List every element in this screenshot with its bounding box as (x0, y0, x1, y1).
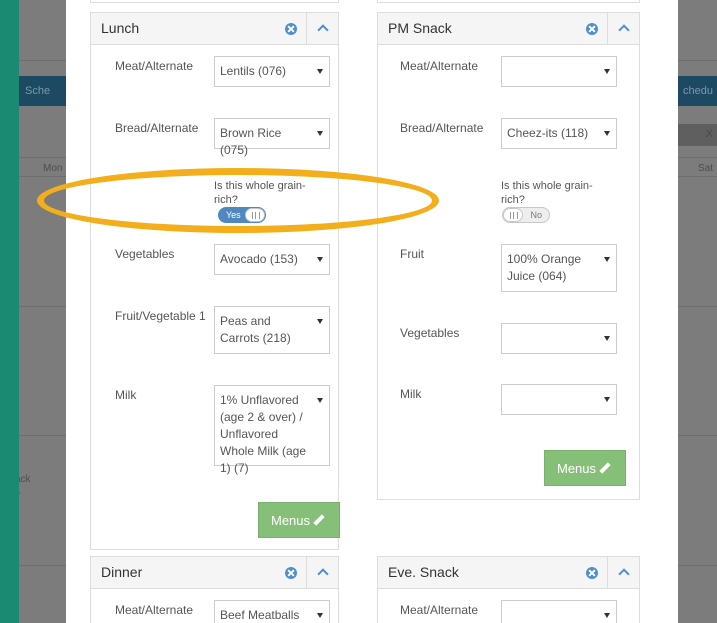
pencil-icon (599, 462, 611, 474)
bread-alternate-value: Brown Rice (075) (220, 126, 282, 157)
pm-snack-panel: PM Snack Meat/Alternate Bread/Alternate … (377, 12, 640, 500)
milk-label: Milk (400, 387, 422, 401)
bg-tab-label: chedu (683, 85, 713, 97)
bg-col-mon: Mon (43, 163, 63, 174)
meat-alternate-label: Meat/Alternate (115, 603, 194, 617)
caret-down-icon (604, 397, 610, 402)
meat-alternate-select[interactable] (501, 56, 617, 87)
lunch-panel-header: Lunch (91, 13, 338, 45)
close-circle-icon[interactable] (285, 567, 297, 579)
eve-snack-panel: Eve. Snack Meat/Alternate (377, 556, 640, 623)
caret-down-icon (317, 398, 323, 403)
menus-button-label: Menus (271, 513, 311, 528)
caret-down-icon (317, 319, 323, 324)
panel-above-lunch (90, 0, 339, 3)
close-circle-icon[interactable] (586, 567, 598, 579)
milk-select[interactable]: 1% Unflavored (age 2 & over) / Unflavore… (214, 385, 330, 475)
caret-down-icon (604, 336, 610, 341)
meat-alternate-label: Meat/Alternate (115, 59, 194, 73)
bg-schedule-tab-left: Sche (19, 76, 66, 106)
milk-label: Milk (115, 388, 137, 402)
caret-down-icon (604, 131, 610, 136)
bg-close-glyph: X (705, 128, 713, 140)
vegetables-label: Vegetables (400, 326, 460, 340)
whole-grain-question: Is this whole grain-rich? (214, 180, 306, 206)
vegetables-select[interactable] (501, 323, 617, 354)
lunch-title: Lunch (101, 20, 140, 36)
meat-alternate-select[interactable] (501, 600, 617, 623)
toggle-label: No (530, 210, 542, 220)
dinner-panel: Dinner Meat/Alternate Beef Meatballs (90, 556, 339, 623)
lunch-menus-button[interactable]: Menus (258, 502, 340, 538)
chevron-up-icon[interactable] (607, 557, 639, 588)
eve-snack-panel-header: Eve. Snack (378, 557, 639, 589)
eve-snack-title: Eve. Snack (388, 564, 459, 580)
toggle-label: Yes (226, 210, 241, 220)
chevron-up-icon[interactable] (306, 13, 338, 44)
bread-alternate-value: Cheez-its (118) (507, 126, 589, 140)
fruit-label: Fruit (400, 247, 424, 261)
bread-alternate-select[interactable]: Cheez-its (118) (501, 118, 617, 149)
fruit-vegetable-value: Peas and Carrots (218) (220, 314, 291, 345)
meat-alternate-select[interactable]: Lentils (076) (214, 56, 330, 87)
menus-button-label: Menus (557, 461, 597, 476)
bread-alternate-label: Bread/Alternate (115, 121, 199, 135)
pm-snack-menus-button[interactable]: Menus (544, 450, 626, 486)
vegetables-label: Vegetables (115, 247, 175, 261)
meat-alternate-value: Lentils (076) (220, 64, 287, 78)
caret-down-icon (604, 257, 610, 262)
panel-above-pm-snack (377, 0, 640, 3)
bg-tab-label: Sche (25, 85, 51, 97)
bg-side-text: r (19, 490, 20, 501)
toggle-knob-grip-icon (503, 208, 523, 222)
meat-alternate-value: Beef Meatballs (220, 608, 300, 622)
toggle-knob-grip-icon (245, 208, 265, 222)
pm-snack-panel-header: PM Snack (378, 13, 639, 45)
caret-down-icon (604, 613, 610, 618)
bread-alternate-select[interactable]: Brown Rice (075) (214, 118, 330, 157)
dinner-panel-header: Dinner (91, 557, 338, 589)
bread-alternate-label: Bread/Alternate (400, 121, 484, 135)
meat-alternate-label: Meat/Alternate (400, 59, 479, 73)
whole-grain-toggle[interactable]: No (502, 207, 550, 223)
meat-alternate-select[interactable]: Beef Meatballs (214, 600, 330, 623)
bg-col-sat: Sat (697, 163, 713, 174)
fruit-value: 100% Orange Juice (064) (507, 252, 582, 283)
whole-grain-question: Is this whole grain-rich? (501, 180, 593, 206)
meal-editor-modal: Lunch Meat/Alternate Lentils (076) Bread… (66, 0, 678, 623)
bg-close-button: X (677, 124, 717, 146)
whole-grain-toggle[interactable]: Yes (218, 207, 266, 223)
fruit-vegetable-select[interactable]: Peas and Carrots (218) (214, 306, 330, 354)
bg-schedule-tab-right: chedu (677, 76, 717, 106)
bg-side-text: ack (19, 474, 31, 485)
chevron-up-icon[interactable] (306, 557, 338, 588)
lunch-panel: Lunch Meat/Alternate Lentils (076) Bread… (90, 12, 340, 550)
caret-down-icon (317, 257, 323, 262)
milk-value: 1% Unflavored (age 2 & over) / Unflavore… (220, 393, 307, 475)
pm-snack-title: PM Snack (388, 20, 452, 36)
close-circle-icon[interactable] (285, 23, 297, 35)
caret-down-icon (317, 131, 323, 136)
dinner-title: Dinner (101, 564, 143, 580)
fruit-vegetable-label: Fruit/Vegetable 1 (115, 309, 206, 323)
caret-down-icon (317, 69, 323, 74)
vegetables-value: Avocado (153) (220, 252, 298, 266)
meat-alternate-label: Meat/Alternate (400, 603, 479, 617)
caret-down-icon (317, 613, 323, 618)
pencil-icon (313, 514, 325, 526)
milk-select[interactable] (501, 384, 617, 415)
fruit-select[interactable]: 100% Orange Juice (064) (501, 244, 617, 292)
caret-down-icon (604, 69, 610, 74)
close-circle-icon[interactable] (586, 23, 598, 35)
chevron-up-icon[interactable] (607, 13, 639, 44)
vegetables-select[interactable]: Avocado (153) (214, 244, 330, 275)
